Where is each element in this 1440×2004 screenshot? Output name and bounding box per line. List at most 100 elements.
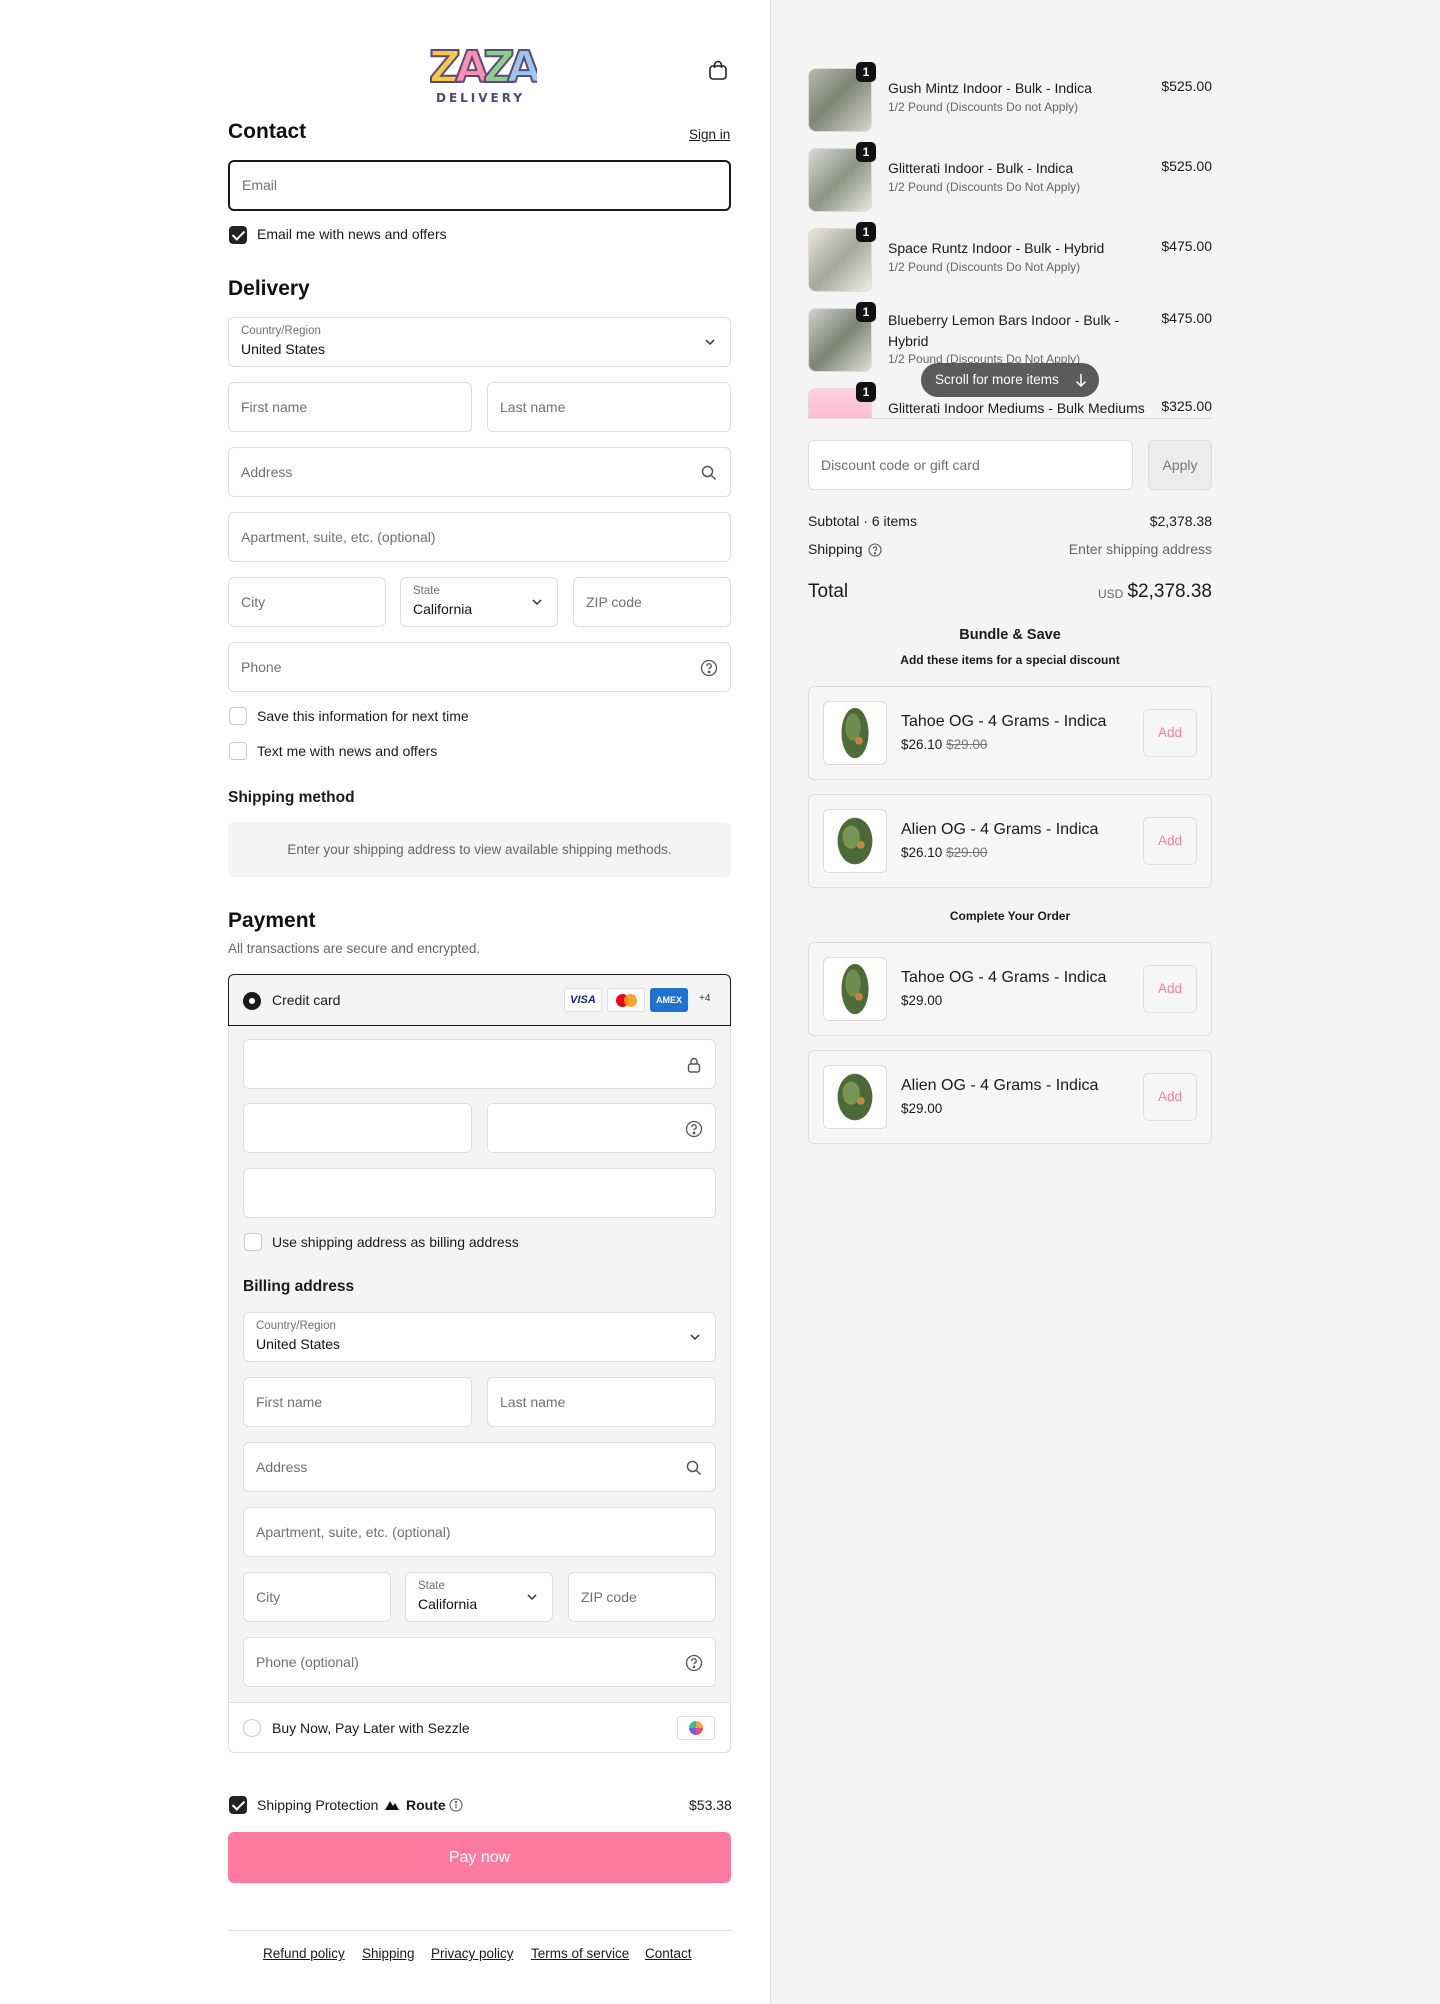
text-me-checkbox[interactable] bbox=[229, 742, 247, 760]
first-name-placeholder: First name bbox=[241, 399, 308, 415]
cart-item: 1 Glitterati Indoor - Bulk - Indica 1/2 … bbox=[808, 142, 1212, 214]
total-label: Total bbox=[808, 581, 849, 602]
subtotal-label: Subtotal · 6 items bbox=[808, 513, 917, 529]
amex-icon: AMEX bbox=[650, 988, 688, 1012]
save-info-checkbox[interactable] bbox=[229, 707, 247, 725]
contact-link[interactable]: Contact bbox=[645, 1946, 692, 1961]
item-price: $475.00 bbox=[1161, 238, 1212, 254]
upsell-product-card: Tahoe OG - 4 Grams - Indica $29.00 Add bbox=[808, 942, 1212, 1036]
email-field[interactable]: Email bbox=[228, 160, 731, 211]
address-field[interactable]: Address bbox=[228, 447, 731, 497]
item-price: $525.00 bbox=[1161, 78, 1212, 94]
billing-country-value: United States bbox=[256, 1336, 341, 1352]
add-button[interactable]: Add bbox=[1143, 1073, 1197, 1121]
credit-card-radio[interactable] bbox=[243, 992, 261, 1010]
scroll-more-button[interactable]: Scroll for more items bbox=[921, 363, 1099, 397]
arrow-down-icon bbox=[1075, 374, 1087, 387]
bundle-product-card: Tahoe OG - 4 Grams - Indica $26.10 $29.0… bbox=[808, 686, 1212, 780]
chevron-down-icon bbox=[527, 1594, 537, 1601]
billing-zip-field[interactable]: ZIP code bbox=[568, 1572, 716, 1622]
add-button[interactable]: Add bbox=[1143, 709, 1197, 757]
zip-field[interactable]: ZIP code bbox=[573, 577, 731, 627]
address-placeholder: Address bbox=[241, 464, 293, 480]
product-name: Tahoe OG - 4 Grams - Indica bbox=[901, 969, 1107, 986]
last-name-placeholder: Last name bbox=[500, 399, 566, 415]
help-circle-icon[interactable] bbox=[700, 659, 718, 677]
email-placeholder: Email bbox=[242, 177, 278, 193]
city-field[interactable]: City bbox=[228, 577, 386, 627]
help-circle-icon[interactable] bbox=[685, 1654, 703, 1672]
product-image bbox=[823, 1065, 887, 1129]
phone-field[interactable]: Phone bbox=[228, 642, 731, 692]
item-price: $475.00 bbox=[1161, 310, 1212, 326]
expiry-field[interactable] bbox=[243, 1103, 472, 1153]
item-name: Blueberry Lemon Bars Indoor - Bulk - Hyb… bbox=[888, 312, 1120, 349]
refund-policy-link[interactable]: Refund policy bbox=[263, 1946, 345, 1961]
cart-item: 1 Space Runtz Indoor - Bulk - Hybrid 1/2… bbox=[808, 222, 1212, 294]
quantity-badge: 1 bbox=[856, 222, 876, 242]
product-name: Alien OG - 4 Grams - Indica bbox=[901, 1077, 1099, 1094]
billing-city-field[interactable]: City bbox=[243, 1572, 391, 1622]
discount-code-field[interactable]: Discount code or gift card bbox=[808, 440, 1133, 490]
name-on-card-field[interactable] bbox=[243, 1168, 716, 1218]
add-button[interactable]: Add bbox=[1143, 965, 1197, 1013]
apply-discount-button[interactable]: Apply bbox=[1148, 440, 1212, 490]
sign-in-link[interactable]: Sign in bbox=[689, 127, 730, 142]
shipping-protection-price: $53.38 bbox=[689, 1797, 732, 1813]
chevron-down-icon bbox=[705, 339, 715, 346]
terms-of-service-link[interactable]: Terms of service bbox=[531, 1946, 629, 1961]
sezzle-logo-icon bbox=[677, 1716, 715, 1740]
total-value: $2,378.38 bbox=[1127, 581, 1212, 602]
svg-text:A: A bbox=[507, 42, 537, 93]
credit-card-option[interactable]: Credit card VISA AMEX +4 bbox=[228, 974, 731, 1026]
item-name: Space Runtz Indoor - Bulk - Hybrid bbox=[888, 240, 1105, 256]
sezzle-radio[interactable] bbox=[243, 1719, 261, 1737]
city-placeholder: City bbox=[241, 594, 266, 610]
sale-price: $26.10 bbox=[901, 845, 943, 860]
billing-apartment-field[interactable]: Apartment, suite, etc. (optional) bbox=[243, 1507, 716, 1557]
product-price: $29.00 bbox=[901, 993, 943, 1008]
pay-now-button[interactable]: Pay now bbox=[228, 1832, 731, 1883]
item-variant: 1/2 Pound (Discounts Do Not Apply) bbox=[888, 180, 1081, 194]
help-circle-icon[interactable] bbox=[868, 543, 882, 557]
billing-country-select[interactable]: Country/Region United States bbox=[243, 1312, 716, 1362]
billing-zip-placeholder: ZIP code bbox=[581, 1589, 637, 1605]
shipping-policy-link[interactable]: Shipping bbox=[362, 1946, 415, 1961]
billing-state-label: State bbox=[418, 1580, 445, 1592]
billing-city-placeholder: City bbox=[256, 1589, 281, 1605]
billing-address-field[interactable]: Address bbox=[243, 1442, 716, 1492]
billing-state-select[interactable]: State California bbox=[405, 1572, 553, 1622]
help-circle-icon[interactable] bbox=[685, 1120, 703, 1138]
security-code-field[interactable] bbox=[487, 1103, 716, 1153]
product-image bbox=[823, 809, 887, 873]
apartment-field[interactable]: Apartment, suite, etc. (optional) bbox=[228, 512, 731, 562]
add-button[interactable]: Add bbox=[1143, 817, 1197, 865]
billing-last-name-field[interactable]: Last name bbox=[487, 1377, 716, 1427]
item-price: $525.00 bbox=[1161, 158, 1212, 174]
use-shipping-address-checkbox[interactable] bbox=[244, 1233, 262, 1251]
info-icon[interactable] bbox=[449, 1798, 463, 1812]
billing-last-name-placeholder: Last name bbox=[500, 1394, 566, 1410]
shopping-bag-icon[interactable] bbox=[706, 58, 730, 82]
sezzle-option[interactable]: Buy Now, Pay Later with Sezzle bbox=[229, 1702, 730, 1752]
country-select[interactable]: Country/Region United States bbox=[228, 317, 731, 367]
route-logo-icon bbox=[385, 1801, 399, 1810]
sale-price: $26.10 bbox=[901, 737, 943, 752]
visa-icon: VISA bbox=[564, 988, 602, 1012]
original-price: $29.00 bbox=[946, 737, 988, 752]
state-select[interactable]: State California bbox=[400, 577, 558, 627]
billing-first-name-field[interactable]: First name bbox=[243, 1377, 472, 1427]
billing-apartment-placeholder: Apartment, suite, etc. (optional) bbox=[256, 1524, 451, 1540]
card-number-field[interactable] bbox=[243, 1039, 716, 1089]
first-name-field[interactable]: First name bbox=[228, 382, 472, 432]
route-brand: Route bbox=[406, 1797, 446, 1813]
privacy-policy-link[interactable]: Privacy policy bbox=[431, 1946, 514, 1961]
last-name-field[interactable]: Last name bbox=[487, 382, 731, 432]
cart-divider bbox=[808, 418, 1212, 419]
bundle-subtitle: Add these items for a special discount bbox=[900, 653, 1120, 667]
news-checkbox[interactable] bbox=[229, 226, 247, 244]
billing-phone-field[interactable]: Phone (optional) bbox=[243, 1637, 716, 1687]
brand-logo[interactable]: Z A Z A DELIVERY bbox=[425, 36, 537, 106]
shipping-protection-checkbox[interactable] bbox=[229, 1796, 247, 1814]
product-image bbox=[823, 957, 887, 1021]
